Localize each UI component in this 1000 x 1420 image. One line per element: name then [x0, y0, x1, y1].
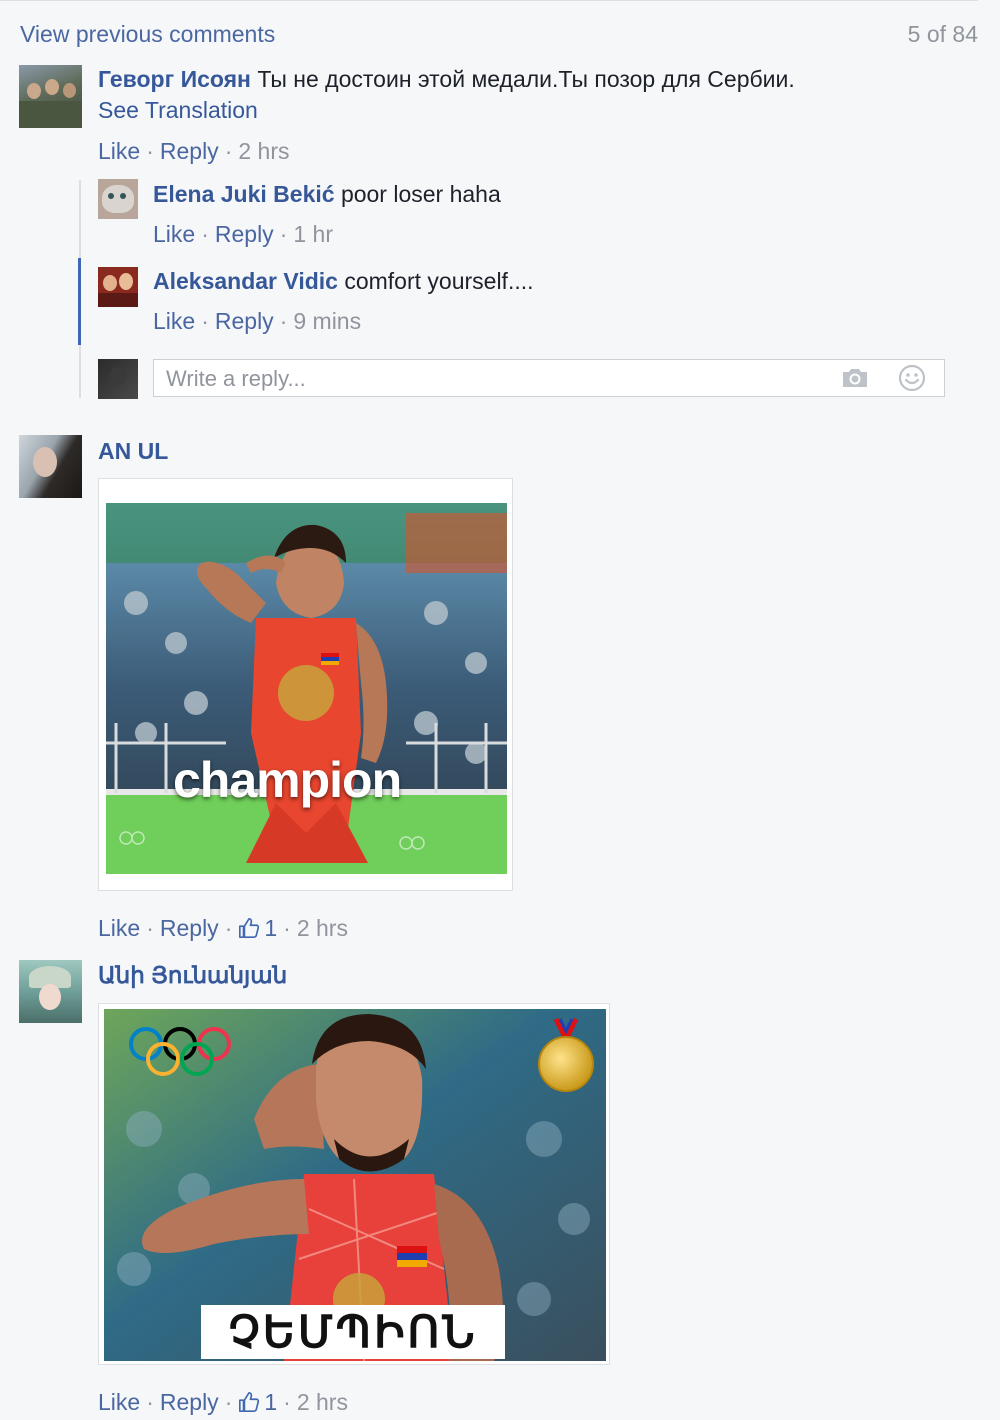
reply-thread-active-marker — [78, 258, 81, 345]
reply-actions: Like · Reply · 1 hr — [153, 219, 333, 249]
separator-dot: · — [224, 138, 233, 164]
comment-counter: 5 of 84 — [907, 21, 978, 47]
avatar[interactable] — [19, 435, 82, 498]
reaction-count-value: 1 — [264, 1389, 278, 1415]
view-previous-comments-link[interactable]: View previous comments — [20, 21, 275, 48]
like-link[interactable]: Like — [98, 138, 140, 164]
like-link[interactable]: Like — [98, 915, 140, 941]
timestamp[interactable]: 2 hrs — [238, 138, 289, 164]
like-link[interactable]: Like — [153, 221, 195, 247]
separator-dot: · — [201, 308, 209, 334]
reply-author[interactable]: Aleksandar Vidic — [153, 268, 338, 294]
separator-dot: · — [224, 1389, 233, 1415]
comment-body: AN UL — [98, 436, 168, 466]
top-divider — [0, 0, 978, 1]
reply-link[interactable]: Reply — [215, 308, 274, 334]
separator-dot: · — [201, 221, 209, 247]
reply-author[interactable]: Elena Juki Bekić — [153, 181, 335, 207]
thumbs-up-icon — [239, 918, 260, 938]
like-link[interactable]: Like — [153, 308, 195, 334]
reply-actions: Like · Reply · 9 mins — [153, 306, 361, 336]
timestamp[interactable]: 9 mins — [293, 308, 361, 334]
reply-body: Elena Juki Bekić poor loser haha — [153, 179, 501, 209]
comment-image-frame[interactable]: ՉԵՄՊԻՈՆ — [98, 1003, 610, 1365]
avatar[interactable] — [98, 179, 138, 219]
timestamp[interactable]: 2 hrs — [297, 1389, 348, 1415]
reply-link[interactable]: Reply — [160, 138, 219, 164]
like-link[interactable]: Like — [98, 1389, 140, 1415]
comment-actions: Like · Reply · 1 · 2 hrs — [98, 913, 348, 943]
separator-dot: · — [146, 1389, 154, 1415]
avatar[interactable] — [98, 267, 138, 307]
reply-link[interactable]: Reply — [160, 915, 219, 941]
separator-dot: · — [146, 915, 154, 941]
avatar[interactable] — [19, 65, 82, 128]
reply-input[interactable] — [164, 364, 828, 394]
timestamp[interactable]: 2 hrs — [297, 915, 348, 941]
comment-author[interactable]: AN UL — [98, 438, 168, 464]
reply-link[interactable]: Reply — [160, 1389, 219, 1415]
separator-dot: · — [283, 915, 291, 941]
see-translation-link[interactable]: See Translation — [98, 97, 258, 124]
reaction-count[interactable]: 1 — [238, 915, 277, 941]
separator-dot: · — [279, 308, 288, 334]
reply-body: Aleksandar Vidic comfort yourself.... — [153, 266, 534, 296]
comment-author[interactable]: Անի Յունանյան — [98, 962, 287, 988]
current-user-avatar — [98, 359, 138, 399]
comment-image — [106, 503, 507, 874]
separator-dot: · — [146, 138, 154, 164]
smiley-icon[interactable] — [898, 364, 926, 397]
avatar[interactable] — [19, 960, 82, 1023]
comment-image-frame[interactable]: champion — [98, 478, 513, 891]
separator-dot: · — [224, 915, 233, 941]
comment-author[interactable]: Геворг Исоян — [98, 66, 251, 92]
comment-text: Ты не достоин этой медали.Ты позор для С… — [257, 66, 795, 92]
comment-actions: Like · Reply · 1 · 2 hrs — [98, 1387, 348, 1417]
reply-link[interactable]: Reply — [215, 221, 274, 247]
camera-icon[interactable] — [840, 366, 870, 395]
reaction-count-value: 1 — [264, 915, 278, 941]
reply-text: comfort yourself.... — [344, 268, 534, 294]
timestamp[interactable]: 1 hr — [293, 221, 333, 247]
reply-text: poor loser haha — [340, 181, 501, 207]
separator-dot: · — [279, 221, 288, 247]
comment-body: Անի Յունանյան — [98, 960, 287, 990]
thumbs-up-icon — [239, 1392, 260, 1412]
image-caption: champion — [173, 752, 402, 808]
image-caption: ՉԵՄՊԻՈՆ — [201, 1305, 505, 1359]
reply-composer[interactable] — [153, 359, 945, 397]
separator-dot: · — [283, 1389, 291, 1415]
reaction-count[interactable]: 1 — [238, 1389, 277, 1415]
comment-actions: Like · Reply · 2 hrs — [98, 136, 290, 166]
comment-body: Геворг Исоян Ты не достоин этой медали.Т… — [98, 64, 795, 94]
